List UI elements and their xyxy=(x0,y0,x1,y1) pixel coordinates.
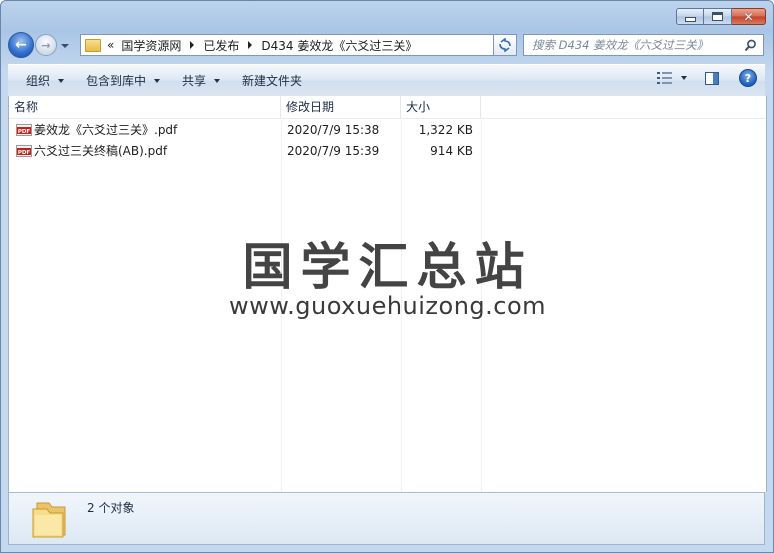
share-label: 共享 xyxy=(182,74,207,88)
pdf-icon: PDF xyxy=(16,124,32,136)
address-bar[interactable]: « 国学资源网 已发布 D434 姜效龙《六爻过三关》 xyxy=(80,34,517,56)
refresh-icon xyxy=(499,38,511,52)
window-caption-buttons: ✕ xyxy=(676,8,766,25)
back-button[interactable]: ← xyxy=(8,32,34,58)
forward-button[interactable]: → xyxy=(35,34,57,56)
svg-text:PDF: PDF xyxy=(18,129,31,135)
recent-pages-dropdown-icon[interactable] xyxy=(61,44,69,48)
column-header-size[interactable]: 大小 xyxy=(401,96,481,118)
watermark-title: 国学汇总站 xyxy=(242,238,533,296)
help-icon[interactable]: ? xyxy=(739,69,757,87)
minimize-icon xyxy=(684,17,696,22)
details-pane: 2 个对象 xyxy=(8,492,765,545)
file-date-modified: 2020/7/9 15:39 xyxy=(287,144,380,158)
minimize-button[interactable] xyxy=(676,8,704,25)
new-folder-label: 新建文件夹 xyxy=(242,74,303,88)
new-folder-button[interactable]: 新建文件夹 xyxy=(234,69,310,93)
preview-pane-icon[interactable] xyxy=(705,71,719,85)
navigation-buttons: ← → xyxy=(8,32,69,58)
breadcrumb-item[interactable]: D434 姜效龙《六爻过三关》 xyxy=(261,37,417,54)
column-header-name[interactable]: 名称 xyxy=(9,96,281,118)
file-row[interactable]: PDF 六爻过三关终稿(AB).pdf 2020/7/9 15:39 914 K… xyxy=(9,141,481,162)
command-bar: 组织 包含到库中 共享 新建文件夹 ? xyxy=(8,64,765,97)
refresh-button[interactable] xyxy=(493,34,517,56)
search-box[interactable]: 搜索 D434 姜效龙《六爻过三关》 xyxy=(523,34,764,56)
breadcrumb-item[interactable]: 已发布 xyxy=(203,37,239,54)
breadcrumb-separator-icon[interactable] xyxy=(190,41,195,49)
back-arrow-icon: ← xyxy=(15,37,27,53)
search-input[interactable]: 搜索 D434 姜效龙《六爻过三关》 xyxy=(524,37,743,53)
file-size: 914 KB xyxy=(430,144,473,158)
breadcrumb-overflow[interactable]: « xyxy=(107,38,114,52)
organize-label: 组织 xyxy=(26,74,51,88)
breadcrumb-separator-icon[interactable] xyxy=(248,41,253,49)
magnifier-glyph xyxy=(744,39,756,51)
folder-icon xyxy=(85,38,101,52)
include-in-library-label: 包含到库中 xyxy=(86,74,147,88)
file-row[interactable]: PDF 姜效龙《六爻过三关》.pdf 2020/7/9 15:38 1,322 … xyxy=(9,120,481,141)
forward-arrow-icon: → xyxy=(41,38,51,52)
search-icon[interactable] xyxy=(743,39,757,52)
command-bar-right: ? xyxy=(657,69,757,87)
watermark-url: www.guoxuehuizong.com xyxy=(228,292,547,320)
column-header-date-modified[interactable]: 修改日期 xyxy=(281,96,401,118)
file-date-modified: 2020/7/9 15:38 xyxy=(287,123,380,137)
svg-text:PDF: PDF xyxy=(18,150,31,156)
chevron-down-icon xyxy=(214,78,221,83)
chevron-down-icon[interactable] xyxy=(681,76,687,80)
folder-icon xyxy=(32,502,66,538)
chevron-down-icon xyxy=(58,78,65,83)
close-icon: ✕ xyxy=(743,9,754,24)
view-details-icon xyxy=(657,72,672,84)
breadcrumb-item[interactable]: 国学资源网 xyxy=(121,37,181,54)
column-header: 名称 修改日期 大小 xyxy=(9,96,766,119)
maximize-button[interactable] xyxy=(704,8,732,25)
file-name: 六爻过三关终稿(AB).pdf xyxy=(34,144,168,158)
file-size: 1,322 KB xyxy=(418,123,473,137)
share-button[interactable]: 共享 xyxy=(174,69,228,93)
close-button[interactable]: ✕ xyxy=(732,8,766,25)
organize-button[interactable]: 组织 xyxy=(18,69,72,93)
file-name: 姜效龙《六爻过三关》.pdf xyxy=(34,123,178,137)
pdf-icon: PDF xyxy=(16,145,32,157)
chevron-down-icon xyxy=(154,78,161,83)
item-count: 2 个对象 xyxy=(87,501,135,515)
file-list-pane[interactable]: 名称 修改日期 大小 PDF 姜效龙《六爻过三关》.pdf 2020/7/9 1… xyxy=(8,96,767,492)
maximize-icon xyxy=(712,12,723,21)
include-in-library-button[interactable]: 包含到库中 xyxy=(78,69,168,93)
change-view-button[interactable] xyxy=(657,72,687,84)
